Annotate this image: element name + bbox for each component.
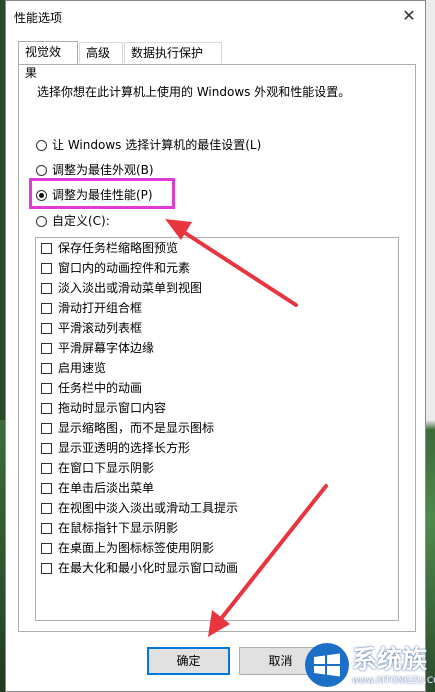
checkbox[interactable]: [41, 483, 52, 494]
item-label: 在视图中淡入淡出或滑动工具提示: [58, 501, 239, 515]
item-label: 平滑屏幕字体边缘: [58, 341, 155, 355]
ok-button[interactable]: 确定: [147, 647, 230, 675]
checkbox[interactable]: [41, 423, 52, 434]
radio-let-windows-choose[interactable]: 让 Windows 选择计算机的最佳设置(L): [36, 136, 261, 154]
radio-button[interactable]: [36, 216, 47, 227]
checkbox[interactable]: [41, 343, 52, 354]
desktop-background-right: [425, 0, 435, 692]
checkbox[interactable]: [41, 443, 52, 454]
item-label: 在单击后淡出菜单: [58, 481, 155, 495]
effects-checkbox-list[interactable]: 保存任务栏缩略图预览 窗口内的动画控件和元素 淡入淡出或滑动菜单到视图 滑动打开…: [35, 237, 399, 621]
item-label: 拖动时显示窗口内容: [58, 401, 167, 415]
list-item[interactable]: 在最大化和最小化时显示窗口动画: [41, 558, 238, 578]
list-item[interactable]: 在单击后淡出菜单: [41, 478, 154, 498]
list-item[interactable]: 显示缩略图，而不是显示图标: [41, 418, 214, 438]
checkbox[interactable]: [41, 243, 52, 254]
checkbox[interactable]: [41, 323, 52, 334]
close-icon[interactable]: ✕: [397, 4, 421, 28]
item-label: 在最大化和最小化时显示窗口动画: [58, 561, 239, 575]
list-item[interactable]: 在视图中淡入淡出或滑动工具提示: [41, 498, 238, 518]
window-title: 性能选项: [14, 11, 63, 25]
item-label: 保存任务栏缩略图预览: [58, 241, 179, 255]
list-item[interactable]: 保存任务栏缩略图预览: [41, 238, 178, 258]
tab-advanced[interactable]: 高级: [79, 42, 123, 63]
item-label: 显示缩略图，而不是显示图标: [58, 421, 215, 435]
list-item[interactable]: 淡入淡出或滑动菜单到视图: [41, 278, 202, 298]
item-label: 在窗口下显示阴影: [58, 461, 155, 475]
radio-label: 让 Windows 选择计算机的最佳设置(L): [52, 138, 262, 152]
item-label: 在桌面上为图标标签使用阴影: [58, 541, 215, 555]
list-item[interactable]: 启用速览: [41, 358, 106, 378]
tab-data-execution-prevention[interactable]: 数据执行保护: [124, 42, 222, 63]
tab-visual-effects[interactable]: 视觉效果: [18, 41, 78, 80]
item-label: 滑动打开组合框: [58, 301, 143, 315]
item-label: 显示亚透明的选择长方形: [58, 441, 191, 455]
watermark-title: 系统族: [352, 645, 428, 674]
radio-label: 调整为最佳外观(B): [52, 163, 154, 177]
item-label: 窗口内的动画控件和元素: [58, 261, 191, 275]
list-item[interactable]: 平滑屏幕字体边缘: [41, 338, 154, 358]
checkbox[interactable]: [41, 303, 52, 314]
checkbox[interactable]: [41, 383, 52, 394]
list-item[interactable]: 窗口内的动画控件和元素: [41, 258, 190, 278]
list-item[interactable]: 在窗口下显示阴影: [41, 458, 154, 478]
checkbox[interactable]: [41, 543, 52, 554]
item-label: 平滑滚动列表框: [58, 321, 143, 335]
description-text: 选择你想在此计算机上使用的 Windows 外观和性能设置。: [37, 85, 351, 99]
list-item[interactable]: 在鼠标指针下显示阴影: [41, 518, 178, 538]
radio-custom[interactable]: 自定义(C):: [36, 212, 110, 230]
checkbox[interactable]: [41, 263, 52, 274]
highlight-annotation-box: [29, 178, 175, 209]
list-item[interactable]: 任务栏中的动画: [41, 378, 142, 398]
radio-button[interactable]: [36, 140, 47, 151]
performance-options-dialog: 性能选项 ✕ 视觉效果 高级 数据执行保护 选择你想在此计算机上使用的 Wind…: [5, 0, 426, 692]
list-item[interactable]: 显示亚透明的选择长方形: [41, 438, 190, 458]
radio-label: 自定义(C):: [52, 214, 110, 228]
checkbox[interactable]: [41, 363, 52, 374]
list-item[interactable]: 平滑滚动列表框: [41, 318, 142, 338]
radio-best-appearance[interactable]: 调整为最佳外观(B): [36, 161, 154, 179]
list-item[interactable]: 在桌面上为图标标签使用阴影: [41, 538, 214, 558]
list-item[interactable]: 滑动打开组合框: [41, 298, 142, 318]
item-label: 在鼠标指针下显示阴影: [58, 521, 179, 535]
item-label: 淡入淡出或滑动菜单到视图: [58, 281, 203, 295]
windows-logo-icon: [305, 643, 349, 687]
list-item[interactable]: 拖动时显示窗口内容: [41, 398, 166, 418]
title-bar: 性能选项 ✕: [6, 1, 425, 32]
checkbox[interactable]: [41, 563, 52, 574]
checkbox[interactable]: [41, 283, 52, 294]
item-label: 任务栏中的动画: [58, 381, 143, 395]
checkbox[interactable]: [41, 523, 52, 534]
visual-effects-panel: 选择你想在此计算机上使用的 Windows 外观和性能设置。 让 Windows…: [18, 64, 416, 632]
checkbox[interactable]: [41, 503, 52, 514]
radio-button[interactable]: [36, 165, 47, 176]
item-label: 启用速览: [58, 361, 107, 375]
watermark-url: www.XITONGZU.COM: [352, 676, 435, 686]
checkbox[interactable]: [41, 463, 52, 474]
checkbox[interactable]: [41, 403, 52, 414]
site-watermark: 系统族 www.XITONGZU.COM: [304, 638, 435, 692]
